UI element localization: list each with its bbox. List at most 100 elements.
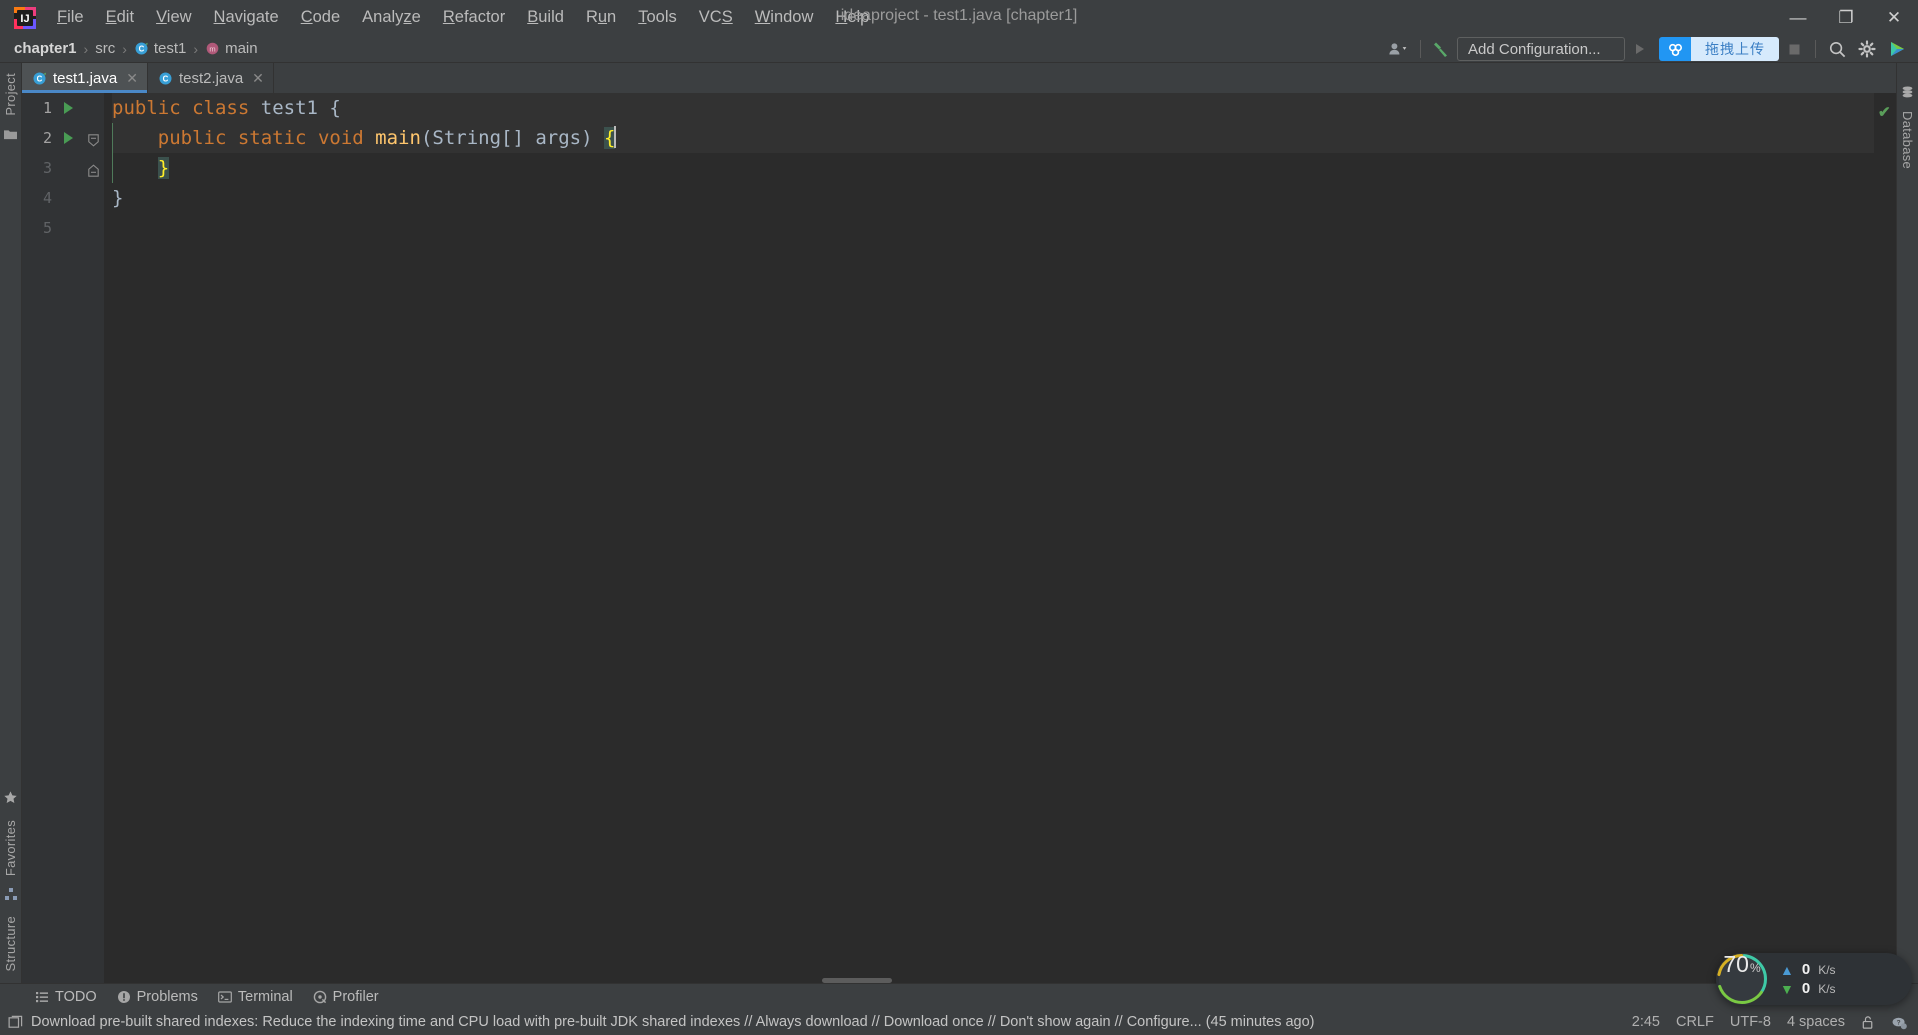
tab-test1-java[interactable]: C test1.java ✕ <box>22 63 148 93</box>
code-line[interactable]: } <box>112 153 1874 183</box>
code-token: public <box>112 97 181 119</box>
network-speeds: ▲ 0 K/s ▼ 0 K/s <box>1780 961 1836 997</box>
menu-file[interactable]: File <box>46 5 95 30</box>
svg-text:C: C <box>163 74 169 83</box>
code-line[interactable]: public static void main(String[] args) { <box>112 123 1874 153</box>
menu-view[interactable]: View <box>145 5 202 30</box>
tool-window-label: Terminal <box>237 988 293 1005</box>
updates-play-icon[interactable] <box>1882 36 1912 62</box>
breadcrumb-item-class[interactable]: C test1 <box>130 38 191 59</box>
svg-text:C: C <box>37 74 43 83</box>
help-cloud-icon[interactable]: ? <box>1891 1015 1908 1030</box>
no-problems-check-icon: ✔ <box>1878 104 1891 121</box>
folder-icon[interactable] <box>3 128 18 146</box>
menu-bar: IJ File Edit View Navigate Code Analyze Refact… <box>0 0 1918 35</box>
run-gutter-icon[interactable] <box>64 102 73 114</box>
menu-code[interactable]: Code <box>290 5 351 30</box>
fold-end-icon[interactable] <box>88 163 99 177</box>
search-icon[interactable] <box>1822 36 1852 62</box>
user-account-icon[interactable] <box>1384 36 1414 62</box>
tab-close-icon[interactable]: ✕ <box>126 70 138 87</box>
run-gutter-icon[interactable] <box>64 132 73 144</box>
stop-button[interactable] <box>1779 36 1809 62</box>
breadcrumb-item-method[interactable]: m main <box>201 38 262 59</box>
cpu-gauge: 70 % <box>1714 951 1770 1007</box>
network-monitor-widget[interactable]: 70 % ▲ 0 K/s ▼ 0 K/s <box>1714 951 1912 1007</box>
favorites-star-icon[interactable] <box>3 790 18 810</box>
tab-test2-java[interactable]: C test2.java ✕ <box>148 63 274 93</box>
code-editor[interactable]: public class test1 { public static void … <box>104 93 1874 983</box>
gutter-line[interactable]: 4 <box>22 183 104 213</box>
code-token: public <box>157 127 227 149</box>
tool-window-terminal[interactable]: Terminal <box>209 987 302 1007</box>
add-configuration-button[interactable]: Add Configuration... <box>1457 37 1625 61</box>
unlocked-padlock-icon[interactable] <box>1861 1015 1875 1030</box>
menu-edit[interactable]: Edit <box>95 5 145 30</box>
status-message[interactable]: Download pre-built shared indexes: Reduc… <box>31 1014 1315 1030</box>
code-token: class <box>192 97 250 119</box>
menu-analyze[interactable]: Analyze <box>351 5 432 30</box>
sidebar-item-database[interactable]: Database <box>1900 105 1915 175</box>
close-button[interactable]: ✕ <box>1870 0 1918 35</box>
right-tool-strip: Database <box>1896 63 1918 983</box>
toolbar-divider-2 <box>1815 40 1816 58</box>
gutter-line[interactable]: 5 <box>22 213 104 243</box>
gear-icon[interactable] <box>1852 36 1882 62</box>
sidebar-item-project[interactable]: Project <box>3 67 18 122</box>
tool-window-profiler[interactable]: Profiler <box>304 987 388 1007</box>
breadcrumb-separator-icon: › <box>83 40 89 57</box>
line-separator[interactable]: CRLF <box>1676 1014 1714 1030</box>
code-line[interactable] <box>112 213 1874 243</box>
code-token: String[] args <box>432 127 582 149</box>
maximize-button[interactable]: ❐ <box>1822 0 1870 35</box>
indent-setting[interactable]: 4 spaces <box>1787 1014 1845 1030</box>
minimize-button[interactable]: — <box>1774 0 1822 35</box>
editor-tabs: C test1.java ✕ C test2.java ✕ <box>22 63 1896 93</box>
horizontal-scrollbar[interactable] <box>822 978 892 983</box>
gutter-line[interactable]: 1 <box>22 93 104 123</box>
code-line[interactable]: } <box>112 183 1874 213</box>
menu-build[interactable]: Build <box>516 5 575 30</box>
event-log-icon[interactable] <box>8 1015 23 1030</box>
gauge-percent-symbol: % <box>1749 961 1761 975</box>
database-icon[interactable] <box>1900 85 1915 105</box>
build-hammer-icon[interactable] <box>1427 36 1457 62</box>
caret-position[interactable]: 2:45 <box>1632 1014 1660 1030</box>
tool-window-problems[interactable]: Problems <box>108 987 207 1007</box>
java-runnable-class-icon: C <box>32 71 47 86</box>
breadcrumb-item-src[interactable]: src <box>91 38 119 59</box>
line-number: 1 <box>42 99 52 117</box>
gutter-line[interactable]: 2 <box>22 123 104 153</box>
gutter-line[interactable]: 3 <box>22 153 104 183</box>
status-left: Download pre-built shared indexes: Reduc… <box>0 1014 1315 1030</box>
method-icon: m <box>205 41 220 56</box>
run-button[interactable] <box>1625 36 1655 62</box>
menu-tools[interactable]: Tools <box>627 5 688 30</box>
navigation-bar: chapter1 › src › C test1 › m main Add Co… <box>0 35 1918 63</box>
menu-navigate[interactable]: Navigate <box>203 5 290 30</box>
menu-vcs[interactable]: VCS <box>688 5 744 30</box>
menu-run[interactable]: Run <box>575 5 627 30</box>
tab-close-icon[interactable]: ✕ <box>252 70 264 87</box>
sidebar-item-favorites[interactable]: Favorites <box>3 814 18 882</box>
menu-window[interactable]: Window <box>744 5 825 30</box>
file-encoding[interactable]: UTF-8 <box>1730 1014 1771 1030</box>
menu-help[interactable]: Help <box>824 5 880 30</box>
fold-collapse-icon[interactable] <box>88 133 99 147</box>
tool-window-todo[interactable]: TODO <box>26 987 106 1007</box>
status-bar: Download pre-built shared indexes: Reduc… <box>0 1009 1918 1035</box>
breadcrumb-item-project[interactable]: chapter1 <box>10 38 81 59</box>
structure-icon[interactable] <box>4 887 18 906</box>
menu-refactor[interactable]: Refactor <box>432 5 516 30</box>
code-token: main <box>375 127 421 149</box>
editor-gutter[interactable]: 1 2 3 4 5 <box>22 93 104 983</box>
code-line[interactable]: public class test1 { <box>112 93 1874 123</box>
inspection-marker-strip[interactable]: ✔ <box>1874 93 1896 983</box>
upload-widget[interactable]: 拖拽上传 <box>1659 37 1779 61</box>
intellij-idea-logo-icon: IJ <box>12 5 38 31</box>
intellij-idea-window: IJ File Edit View Navigate Code Analyze Refact… <box>0 0 1918 1035</box>
sidebar-item-structure[interactable]: Structure <box>3 910 18 977</box>
upload-speed-unit: K/s <box>1818 962 1836 977</box>
